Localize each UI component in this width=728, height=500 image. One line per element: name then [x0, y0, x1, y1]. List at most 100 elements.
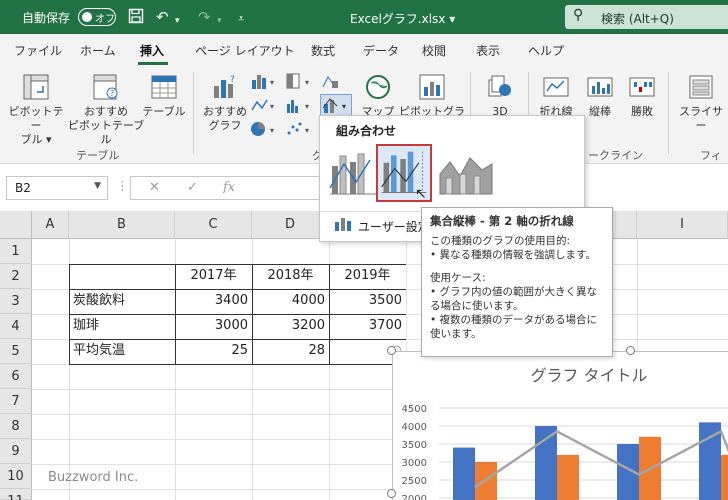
undo-icon[interactable]: ↶ [156, 8, 169, 26]
table-row-label[interactable]: 炭酸飲料 [69, 289, 175, 314]
recommended-pivot-button[interactable]: ? おすすめ ピボットテーブル [66, 72, 146, 147]
table-cell[interactable]: 4000 [252, 289, 329, 314]
undo-dropdown-icon[interactable]: ▾ [175, 12, 180, 30]
recommended-chart-label: おすすめ グラフ [203, 105, 247, 132]
row-header-7[interactable]: 7 [0, 389, 32, 414]
sparkline-winloss-label: 勝敗 [631, 105, 653, 118]
chart-area[interactable]: グラフ タイトル 4500 4000 3500 3000 2500 2000 [392, 351, 728, 500]
name-box[interactable]: B2 ▼ [6, 176, 108, 200]
cancel-icon[interactable]: ✕ [149, 180, 160, 195]
search-box[interactable]: ⚲ 検索 (Alt+Q) [565, 5, 728, 29]
tab-formulas[interactable]: 数式 [311, 42, 335, 59]
table-header-cell[interactable]: 2018年 [252, 264, 329, 289]
table-cell[interactable]: 25 [175, 339, 252, 364]
column-chart-icon[interactable]: ▾ [250, 72, 280, 90]
row-header-2[interactable]: 2 [0, 264, 32, 289]
tab-help[interactable]: ヘルプ [528, 42, 564, 59]
tab-data[interactable]: データ [363, 42, 399, 59]
search-icon: ⚲ [573, 7, 584, 23]
row-header-11[interactable]: 11 [0, 489, 32, 500]
table-cell[interactable]: 3700 [329, 314, 406, 339]
table-header-cell[interactable]: 2019年 [329, 264, 406, 289]
row-header-3[interactable]: 3 [0, 289, 32, 314]
scatter-chart-icon[interactable] [320, 72, 350, 90]
table-icon [151, 75, 177, 99]
statistic-chart-icon[interactable]: ▾ [285, 96, 315, 114]
redo-icon[interactable]: ↷ [198, 8, 211, 26]
combo-chart-icon[interactable]: ▾ [320, 94, 352, 116]
row-header-1[interactable]: 1 [0, 239, 32, 264]
sparkline-winloss-button[interactable]: 勝敗 [622, 72, 662, 119]
svg-text:▾: ▾ [305, 102, 309, 111]
recommended-chart-button[interactable]: ? おすすめ グラフ [198, 72, 252, 133]
3d-map-button[interactable]: 3D [478, 72, 522, 119]
select-all-corner[interactable] [0, 211, 32, 239]
row-header-4[interactable]: 4 [0, 314, 32, 339]
svg-text:▾: ▾ [305, 78, 309, 87]
column-header-d[interactable]: D [252, 211, 329, 239]
chart-resize-handle[interactable] [387, 489, 396, 498]
combo-stacked-area-option[interactable] [438, 144, 494, 202]
table-cell[interactable] [69, 264, 175, 289]
scatter-dots-icon[interactable]: ▾ [285, 120, 315, 138]
row-header-9[interactable]: 9 [0, 439, 32, 464]
sparkline-column-button[interactable]: 縦棒 [580, 72, 620, 119]
redo-dropdown-icon[interactable]: ▾ [217, 12, 222, 30]
recommended-chart-icon: ? [214, 75, 235, 98]
customize-qat-icon[interactable]: ⩡ [238, 10, 244, 28]
column-header-a[interactable]: A [32, 211, 69, 239]
pivot-table-icon [23, 74, 49, 100]
table-cell[interactable]: 3500 [329, 289, 406, 314]
table-row-label[interactable]: 平均気温 [69, 339, 175, 364]
slicer-button[interactable]: スライサー [674, 72, 728, 133]
map-button[interactable]: マップ [360, 72, 396, 119]
table-row-label[interactable]: 珈琲 [69, 314, 175, 339]
row-header-6[interactable]: 6 [0, 364, 32, 389]
group-separator [668, 72, 669, 154]
tab-page-layout[interactable]: ページ レイアウト [195, 42, 295, 59]
autosave-toggle[interactable]: オフ [78, 8, 116, 26]
chart-bar[interactable] [557, 454, 579, 500]
search-text: 検索 (Alt+Q) [601, 12, 674, 26]
chart-line-series[interactable] [474, 429, 728, 489]
pie-chart-icon[interactable]: ▾ [250, 120, 280, 138]
chart-title[interactable]: グラフ タイトル [530, 366, 647, 385]
chart-bar[interactable] [535, 426, 557, 500]
pivot-table-button[interactable]: ピボットテー ブル ▾ [4, 72, 68, 147]
table-cell[interactable]: 3400 [175, 289, 252, 314]
chart-resize-handle[interactable] [626, 346, 635, 355]
svg-text:▾: ▾ [305, 126, 309, 135]
table-cell[interactable]: 3200 [252, 314, 329, 339]
tab-view[interactable]: 表示 [476, 42, 500, 59]
row-header-8[interactable]: 8 [0, 414, 32, 439]
fx-icon[interactable]: fx [223, 180, 235, 195]
y-tick-label: 4500 [402, 404, 427, 415]
create-custom-combo-item[interactable]: ユーザー設定 [358, 218, 430, 235]
table-header-cell[interactable]: 2017年 [175, 264, 252, 289]
tab-home[interactable]: ホーム [80, 42, 116, 59]
chart-bar[interactable] [453, 447, 475, 500]
tab-file[interactable]: ファイル [14, 42, 62, 59]
column-header-c[interactable]: C [175, 211, 252, 239]
save-icon[interactable] [128, 8, 144, 28]
tab-insert[interactable]: 挿入 [140, 42, 164, 59]
hierarchy-chart-icon[interactable]: ▾ [285, 72, 315, 90]
row-header-5[interactable]: 5 [0, 339, 32, 364]
file-name[interactable]: Excelグラフ.xlsx ▾ [350, 10, 455, 27]
chart-bar[interactable] [721, 454, 728, 500]
formula-buttons: ✕ ✓ fx [130, 176, 320, 200]
svg-text:▾: ▾ [270, 102, 274, 111]
enter-icon[interactable]: ✓ [187, 180, 198, 195]
formula-bar-grip-icon: ⋮ [116, 179, 129, 194]
tab-review[interactable]: 校閲 [422, 42, 446, 59]
column-header-b[interactable]: B [69, 211, 175, 239]
sparkline-line-button[interactable]: 折れ線 [534, 72, 578, 119]
column-header-i[interactable]: I [637, 211, 728, 239]
table-cell[interactable]: 28 [252, 339, 329, 364]
line-chart-icon[interactable]: ▾ [250, 96, 280, 114]
combo-clustered-column-line-option[interactable] [326, 144, 382, 202]
table-button[interactable]: テーブル [142, 72, 186, 119]
chart-resize-handle[interactable] [387, 346, 396, 355]
row-header-10[interactable]: 10 [0, 464, 32, 489]
table-cell[interactable]: 3000 [175, 314, 252, 339]
